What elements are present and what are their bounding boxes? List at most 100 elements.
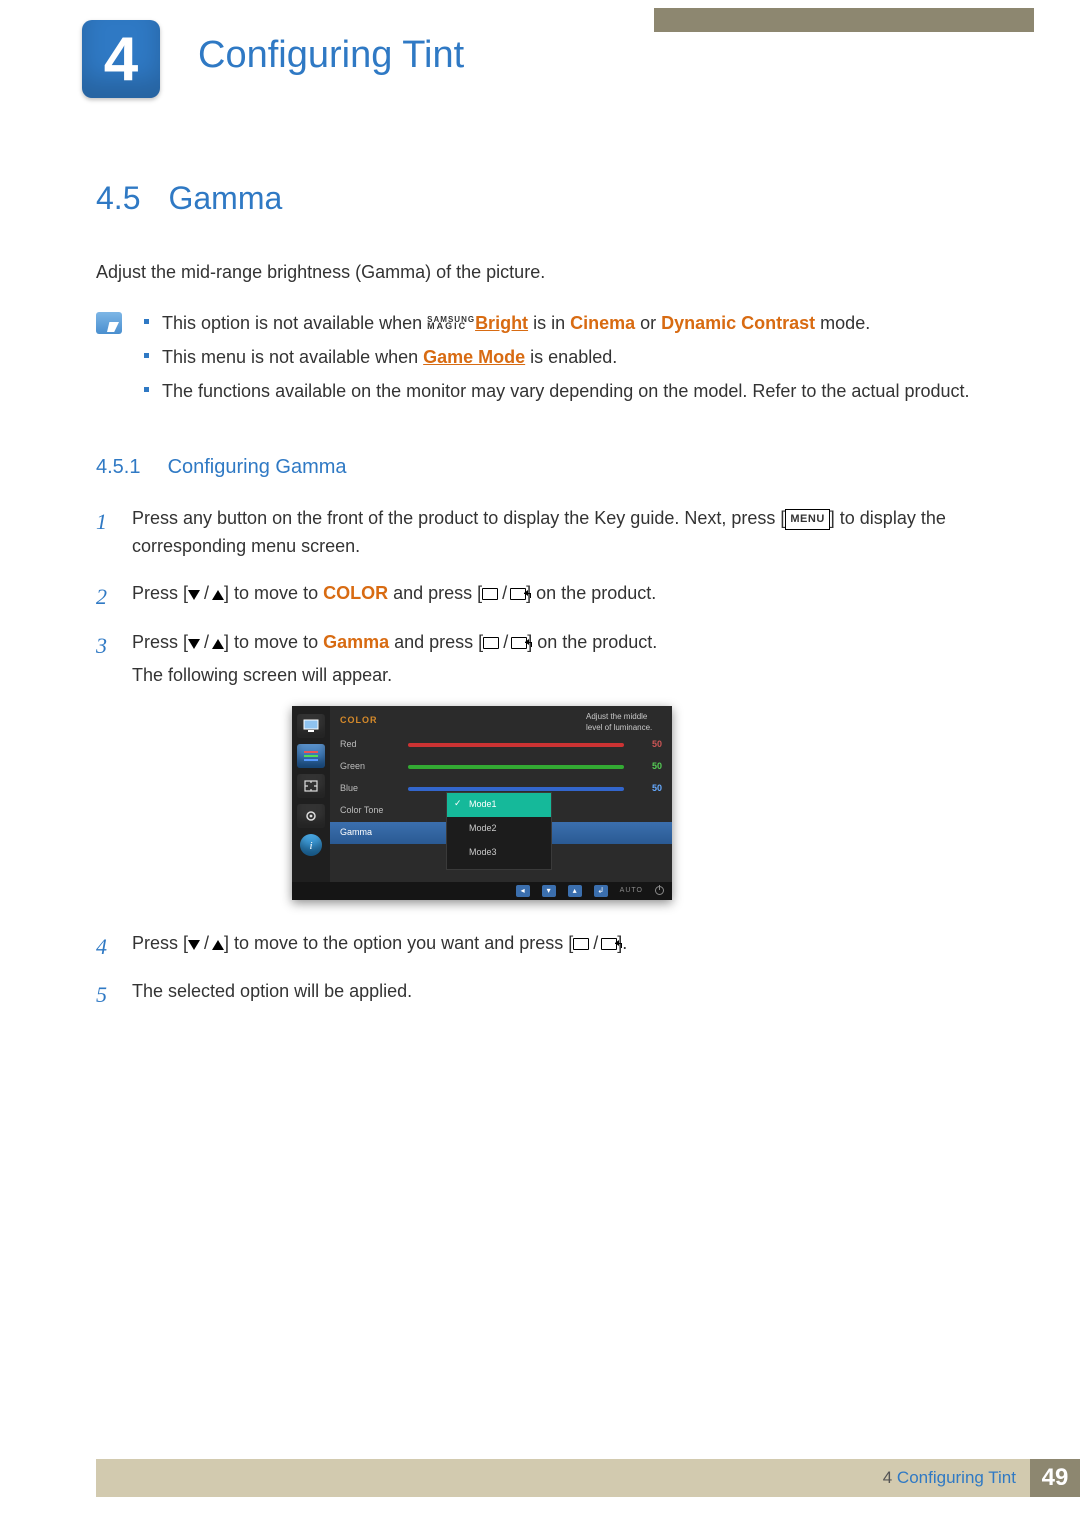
note-item-3: The functions available on the monitor m… — [144, 378, 996, 406]
text: Press any button on the front of the pro… — [132, 508, 785, 528]
step-number: 1 — [96, 505, 114, 567]
text: The selected option will be applied. — [132, 978, 996, 1006]
step-3: 3 Press [ / ] to move to Gamma and press… — [96, 629, 996, 916]
source-icon — [483, 637, 499, 649]
dynamic-contrast-label: Dynamic Contrast — [661, 313, 815, 333]
footer-chapter-name: Configuring Tint — [897, 1468, 1016, 1487]
header-color-band — [654, 8, 1034, 32]
osd-power-icon — [655, 886, 664, 895]
osd-row-red: Red 50 — [330, 734, 672, 756]
footer-page-number: 49 — [1030, 1459, 1080, 1497]
osd-value: 50 — [640, 782, 662, 796]
down-arrow-icon — [188, 590, 200, 600]
text: ] to move to — [224, 583, 323, 603]
page-footer: 4 Configuring Tint 49 — [96, 1459, 1080, 1497]
osd-nav-down-icon: ▾ — [542, 885, 556, 897]
step-number: 4 — [96, 930, 114, 964]
link-game-mode[interactable]: Game Mode — [423, 347, 525, 367]
text: This menu is not available when — [162, 347, 423, 367]
menu-button-label: MENU — [785, 509, 829, 530]
color-label: COLOR — [323, 583, 388, 603]
osd-option-mode3: Mode3 — [447, 841, 551, 865]
subsection-title: Configuring Gamma — [168, 456, 347, 478]
text: is in — [528, 313, 570, 333]
svg-text:i: i — [309, 840, 312, 852]
down-arrow-icon — [188, 940, 200, 950]
enter-icon — [511, 637, 527, 649]
osd-auto-label: AUTO — [620, 886, 643, 897]
osd-row-green: Green 50 — [330, 756, 672, 778]
step-number: 3 — [96, 629, 114, 916]
up-arrow-icon — [212, 590, 224, 600]
text: ] to move to — [224, 632, 323, 652]
text: or — [635, 313, 661, 333]
cinema-label: Cinema — [570, 313, 635, 333]
osd-nav-enter-icon: ↲ — [594, 885, 608, 897]
text: Press [ — [132, 583, 188, 603]
link-bright[interactable]: Bright — [475, 313, 528, 333]
osd-nav-left-icon: ◂ — [516, 885, 530, 897]
note-item-1: This option is not available when SAMSUN… — [144, 310, 996, 338]
down-arrow-icon — [188, 639, 200, 649]
note-block: This option is not available when SAMSUN… — [96, 310, 996, 412]
up-arrow-icon — [212, 639, 224, 649]
text: Press [ — [132, 632, 188, 652]
text: Press [ — [132, 933, 188, 953]
osd-slider-red — [408, 743, 624, 747]
osd-tab-picture-icon — [297, 714, 325, 738]
note-item-2: This menu is not available when Game Mod… — [144, 344, 996, 372]
section-heading: 4.5 Gamma — [96, 180, 996, 217]
osd-slider-green — [408, 765, 624, 769]
osd-footer: ◂ ▾ ▴ ↲ AUTO — [292, 882, 672, 900]
osd-gamma-options-popup: Mode1 Mode2 Mode3 — [446, 792, 552, 870]
section-title: Gamma — [168, 180, 282, 217]
step-2: 2 Press [ / ] to move to COLOR and press… — [96, 580, 996, 614]
enter-icon — [510, 588, 526, 600]
osd-nav-up-icon: ▴ — [568, 885, 582, 897]
note-icon — [96, 312, 122, 334]
osd-slider-blue — [408, 787, 624, 791]
osd-value: 50 — [640, 738, 662, 752]
text: ] on the product. — [527, 632, 657, 652]
text: This option is not available when — [162, 313, 427, 333]
text: ] to move to the option you want and pre… — [224, 933, 573, 953]
source-icon — [482, 588, 498, 600]
step-1: 1 Press any button on the front of the p… — [96, 505, 996, 567]
osd-tab-setup-icon — [297, 804, 325, 828]
subsection-heading: 4.5.1 Configuring Gamma — [96, 456, 996, 479]
step-5: 5 The selected option will be applied. — [96, 978, 996, 1012]
gamma-label: Gamma — [323, 632, 389, 652]
osd-label: Color Tone — [340, 804, 398, 818]
osd-option-mode2: Mode2 — [447, 817, 551, 841]
enter-icon — [601, 938, 617, 950]
step-number: 5 — [96, 978, 114, 1012]
osd-label: Red — [340, 738, 398, 752]
section-intro: Adjust the mid-range brightness (Gamma) … — [96, 259, 996, 286]
osd-tab-size-icon — [297, 774, 325, 798]
text: is enabled. — [525, 347, 617, 367]
text: The following screen will appear. — [132, 662, 996, 690]
step-number: 2 — [96, 580, 114, 614]
osd-tab-color-icon — [297, 744, 325, 768]
section-number: 4.5 — [96, 180, 140, 217]
subsection-number: 4.5.1 — [96, 456, 162, 479]
chapter-title: Configuring Tint — [198, 34, 464, 77]
osd-option-mode1: Mode1 — [447, 793, 551, 817]
footer-chapter-number: 4 — [883, 1468, 892, 1487]
chapter-number-badge: 4 — [82, 20, 160, 98]
text: ] on the product. — [526, 583, 656, 603]
source-icon — [573, 938, 589, 950]
page-content: 4.5 Gamma Adjust the mid-range brightnes… — [96, 180, 996, 1026]
samsung-magic-logo: SAMSUNGMAGIC — [427, 317, 475, 331]
text: and press [ — [389, 632, 483, 652]
text: mode. — [815, 313, 870, 333]
osd-tab-info-icon: i — [300, 834, 322, 856]
osd-tab-strip: i — [292, 706, 330, 882]
osd-label: Gamma — [340, 826, 398, 840]
osd-value: 50 — [640, 760, 662, 774]
step-4: 4 Press [ / ] to move to the option you … — [96, 930, 996, 964]
osd-label: Blue — [340, 782, 398, 796]
osd-label: Green — [340, 760, 398, 774]
up-arrow-icon — [212, 940, 224, 950]
osd-help-text: Adjust the middle level of luminance. — [580, 710, 672, 735]
